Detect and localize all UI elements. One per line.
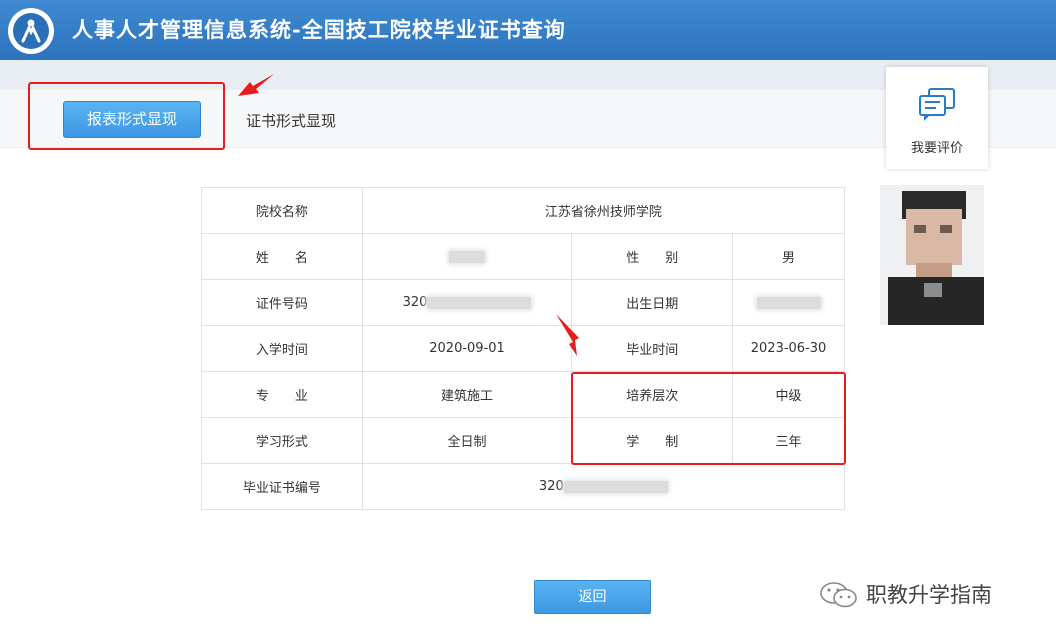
mode-value: 全日制 — [361, 417, 573, 464]
app-title: 人事人才管理信息系统-全国技工院校毕业证书查询 — [72, 17, 566, 42]
table-row: 入学时间 2020-09-01 毕业时间 2023-06-30 — [201, 325, 845, 372]
table-row: 姓 名 性 别 男 — [201, 233, 845, 280]
gender-value: 男 — [732, 233, 845, 280]
app-header: 人事人才管理信息系统-全国技工院校毕业证书查询 — [0, 0, 1056, 60]
mode-label: 学习形式 — [201, 417, 363, 464]
person-circle-logo-icon — [8, 8, 54, 54]
table-row: 证件号码 320 出生日期 — [201, 279, 845, 326]
redacted-birth — [756, 296, 821, 309]
red-arrow-icon — [238, 74, 274, 96]
school-label: 院校名称 — [201, 187, 363, 234]
watermark-text: 职教升学指南 — [866, 583, 992, 607]
wechat-icon — [820, 582, 857, 608]
highlight-box-report — [28, 82, 225, 150]
major-value: 建筑施工 — [361, 371, 573, 418]
cert-label: 毕业证书编号 — [201, 463, 363, 510]
enroll-label: 入学时间 — [201, 325, 363, 372]
graduate-label: 毕业时间 — [571, 325, 734, 372]
redacted-id — [427, 296, 532, 309]
name-label: 姓 名 — [201, 233, 363, 280]
name-cell — [361, 233, 573, 280]
gender-label: 性 别 — [571, 233, 734, 280]
cert-cell: 320 — [361, 463, 846, 510]
birth-label: 出生日期 — [571, 279, 734, 326]
graduate-value: 2023-06-30 — [732, 325, 845, 372]
redacted-cert — [563, 480, 668, 493]
major-label: 专 业 — [201, 371, 363, 418]
feedback-card[interactable]: 我要评价 — [886, 67, 988, 169]
id-cell: 320 — [361, 279, 573, 326]
table-row: 院校名称 江苏省徐州技师学院 — [201, 187, 846, 234]
id-value: 320 — [402, 295, 428, 310]
highlight-box-level — [571, 372, 846, 465]
red-arrow-icon — [556, 314, 579, 356]
back-button[interactable]: 返回 — [534, 580, 651, 614]
school-value: 江苏省徐州技师学院 — [361, 187, 846, 234]
certificate-view-tab[interactable]: 证书形式显现 — [246, 110, 336, 131]
feedback-label: 我要评价 — [910, 141, 963, 156]
enroll-value: 2020-09-01 — [361, 325, 573, 372]
id-label: 证件号码 — [201, 279, 363, 326]
cert-value: 320 — [538, 479, 564, 494]
comment-icon — [919, 88, 955, 121]
student-photo — [880, 185, 984, 325]
birth-cell — [732, 279, 845, 326]
table-row: 毕业证书编号 320 — [201, 463, 846, 510]
redacted-name — [449, 250, 486, 263]
